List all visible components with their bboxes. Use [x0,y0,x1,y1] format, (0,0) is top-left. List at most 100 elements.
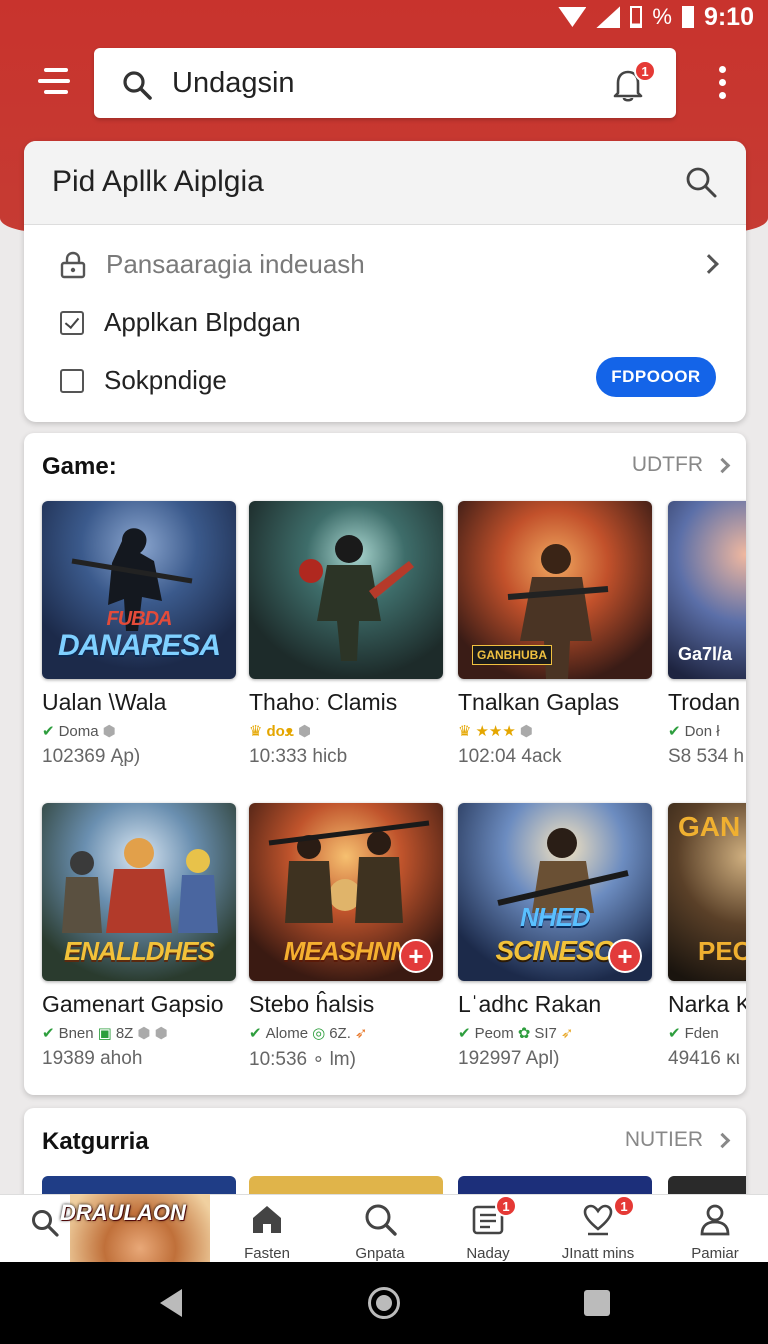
chevron-right-icon [714,1132,731,1148]
filter-card-title: Pid Apllk Aiplgia [52,165,264,198]
game-title: Stebo ĥalsis [249,991,375,1017]
nav-label: Naday [466,1245,510,1262]
game-meta: ✔ Fden [668,1024,746,1043]
game-title: Tnalkan Gaplas [458,689,620,715]
game-meta-extra: 6Z. [329,1024,351,1042]
games-section: Game: UDTFR DANARESA FUBDA Ualan \Wala ✔… [24,433,746,1095]
nav-label: Fasten [244,1245,290,1262]
badge-icon: ◎ [312,1025,326,1042]
soldier-figure-icon [299,535,414,661]
nav-label: JInatt mins [561,1245,635,1262]
search-icon [365,1204,397,1236]
app-screen: % 9:10 Undagsin 1 Pid Apllk Aiplgia Pans… [0,0,768,1344]
game-size: 192997 Apl) [458,1048,560,1069]
game-meta-text: Don ł [684,722,720,740]
notification-badge: 1 [495,1195,517,1217]
filter-row-blpdgan[interactable]: Applkan Blpdgan [60,307,301,338]
game-title: Narka K [668,991,746,1017]
game-tile[interactable]: DANARESA FUBDA Ualan \Wala ✔ Doma ⬢ 102369… [42,501,236,768]
notification-badge: 1 [613,1195,635,1217]
nav-item-naday[interactable]: 1 Naday [433,1195,543,1262]
nav-item-jinatt-mins[interactable]: 1 JInatt mins [543,1195,653,1262]
notification-badge: 1 [634,60,656,82]
search-icon[interactable] [30,1208,60,1238]
game-meta: ✔ Peom ✿ SI7 ➶ [458,1024,652,1043]
search-bar[interactable]: Undagsin 1 [94,48,676,118]
game-meta-text: Doma [58,722,99,740]
checkbox-checked[interactable] [60,310,84,335]
game-size: 10:536 ∘ lm) [249,1049,356,1070]
see-more-label: NUTIER [624,1128,703,1151]
check-icon: ✔ [249,1025,262,1042]
game-size: 49416 κι [668,1048,740,1069]
badge-icon: ✿ [517,1025,531,1042]
filter-row-label: Applkan Blpdgan [104,307,301,337]
game-title: Ualan \Wala [42,689,167,715]
game-title: Lˈadhc Rakan [458,991,602,1017]
filter-row-indeuash[interactable]: Pansaaragia indeuash [60,249,365,280]
section-title: Katgurria [42,1128,149,1155]
game-meta: ✔ Bnen ▣ 8Z ⬢ ⬢ [42,1024,236,1043]
checkbox-unchecked[interactable] [60,368,84,393]
game-size: 19389 ahoh [42,1048,143,1069]
game-thumbnail: NHED SCINESO + [458,803,652,981]
see-more-link[interactable]: NUTIER [624,1128,731,1152]
game-title: Thahoː Clamis [249,689,398,715]
game-tile[interactable]: GAN PEC Narka K ✔ Fden 49416 κι [668,803,746,1070]
nav-item-fasten[interactable]: Fasten [212,1201,322,1262]
search-icon[interactable] [684,165,718,199]
home-button-icon[interactable] [368,1287,400,1319]
game-thumbnail: GAN PEC [668,803,746,981]
heart-chat-icon [583,1204,613,1236]
home-icon [253,1206,281,1233]
game-tile[interactable]: Ga7l/a Trodan ✔ Don ł S8 534 h [668,501,746,768]
game-meta: ✔ Alome ◎ 6Z. ➶ [249,1024,443,1043]
crown-icon: ♛ [249,723,263,740]
filter-row-sokpndige[interactable]: Sokpndige [60,365,227,396]
badge-icon: ⬢ [298,723,312,740]
star-rating: ★★★ [475,723,516,740]
add-icon[interactable]: + [608,939,642,973]
battery-icon [630,6,643,28]
game-meta-text: Peom [474,1024,514,1042]
game-logo: GANBHUBA [472,645,552,665]
check-icon: ✔ [42,723,55,740]
game-meta: ♛ ★★★ ⬢ [458,722,652,740]
badge-icon: ⬢ [519,723,533,740]
game-meta-text: Bnen [58,1024,94,1042]
wifi-icon [558,7,587,27]
search-icon [123,71,152,100]
check-icon: ✔ [668,1025,681,1042]
game-logo: ENALLDHES [64,936,215,966]
game-tile[interactable]: Thahoː Clamis ♛ doᴥ ⬢ 10:333 hicb [249,501,443,768]
add-icon[interactable]: + [399,939,433,973]
nav-item-pamiar[interactable]: Pamiar [660,1201,768,1262]
search-input[interactable]: Undagsin [172,67,295,100]
check-icon: ✔ [668,723,681,740]
see-more-label: UDTFR [631,453,703,476]
game-size: 10:333 hicb [249,746,348,767]
see-more-link[interactable]: UDTFR [631,453,731,477]
game-meta-extra: SI7 [534,1024,557,1042]
back-icon[interactable] [160,1289,182,1317]
recent-apps-icon[interactable] [584,1290,610,1316]
game-thumbnail: GANBHUBA [458,501,652,679]
game-logo-top: GAN [678,811,741,842]
menu-icon[interactable] [34,66,70,96]
filter-row-label: Sokpndige [104,365,227,395]
game-tile[interactable]: GANBHUBA Tnalkan Gaplas ♛ ★★★ ⬢ 102:04 4ac… [458,501,652,768]
nav-item-gnpata[interactable]: Gnpata [325,1201,435,1262]
primary-action-button[interactable]: FDPOOOR [596,357,716,397]
more-options-icon[interactable] [714,66,730,100]
game-logo-top: NHED [520,902,591,932]
crown-icon: ♛ [458,723,472,740]
game-tile[interactable]: NHED SCINESO + Lˈadhc Rakan ✔ Peom ✿ SI7 ➶ 1… [458,803,652,1070]
game-title: Trodan [668,689,741,715]
game-thumbnail [249,501,443,679]
promo-banner[interactable]: DRAULAON [30,1194,212,1262]
game-logo: DANARESA [57,629,221,662]
promo-title: DRAULAON [60,1200,186,1225]
game-tile[interactable]: MEASHNN + Stebo ĥalsis ✔ Alome ◎ 6Z. ➶ 10:53… [249,803,443,1071]
game-tile[interactable]: ENALLDHES Gamenart Gapsio ✔ Bnen ▣ 8Z ⬢ ⬢ 19… [42,803,236,1070]
game-meta: ✔ Don ł [668,722,746,741]
